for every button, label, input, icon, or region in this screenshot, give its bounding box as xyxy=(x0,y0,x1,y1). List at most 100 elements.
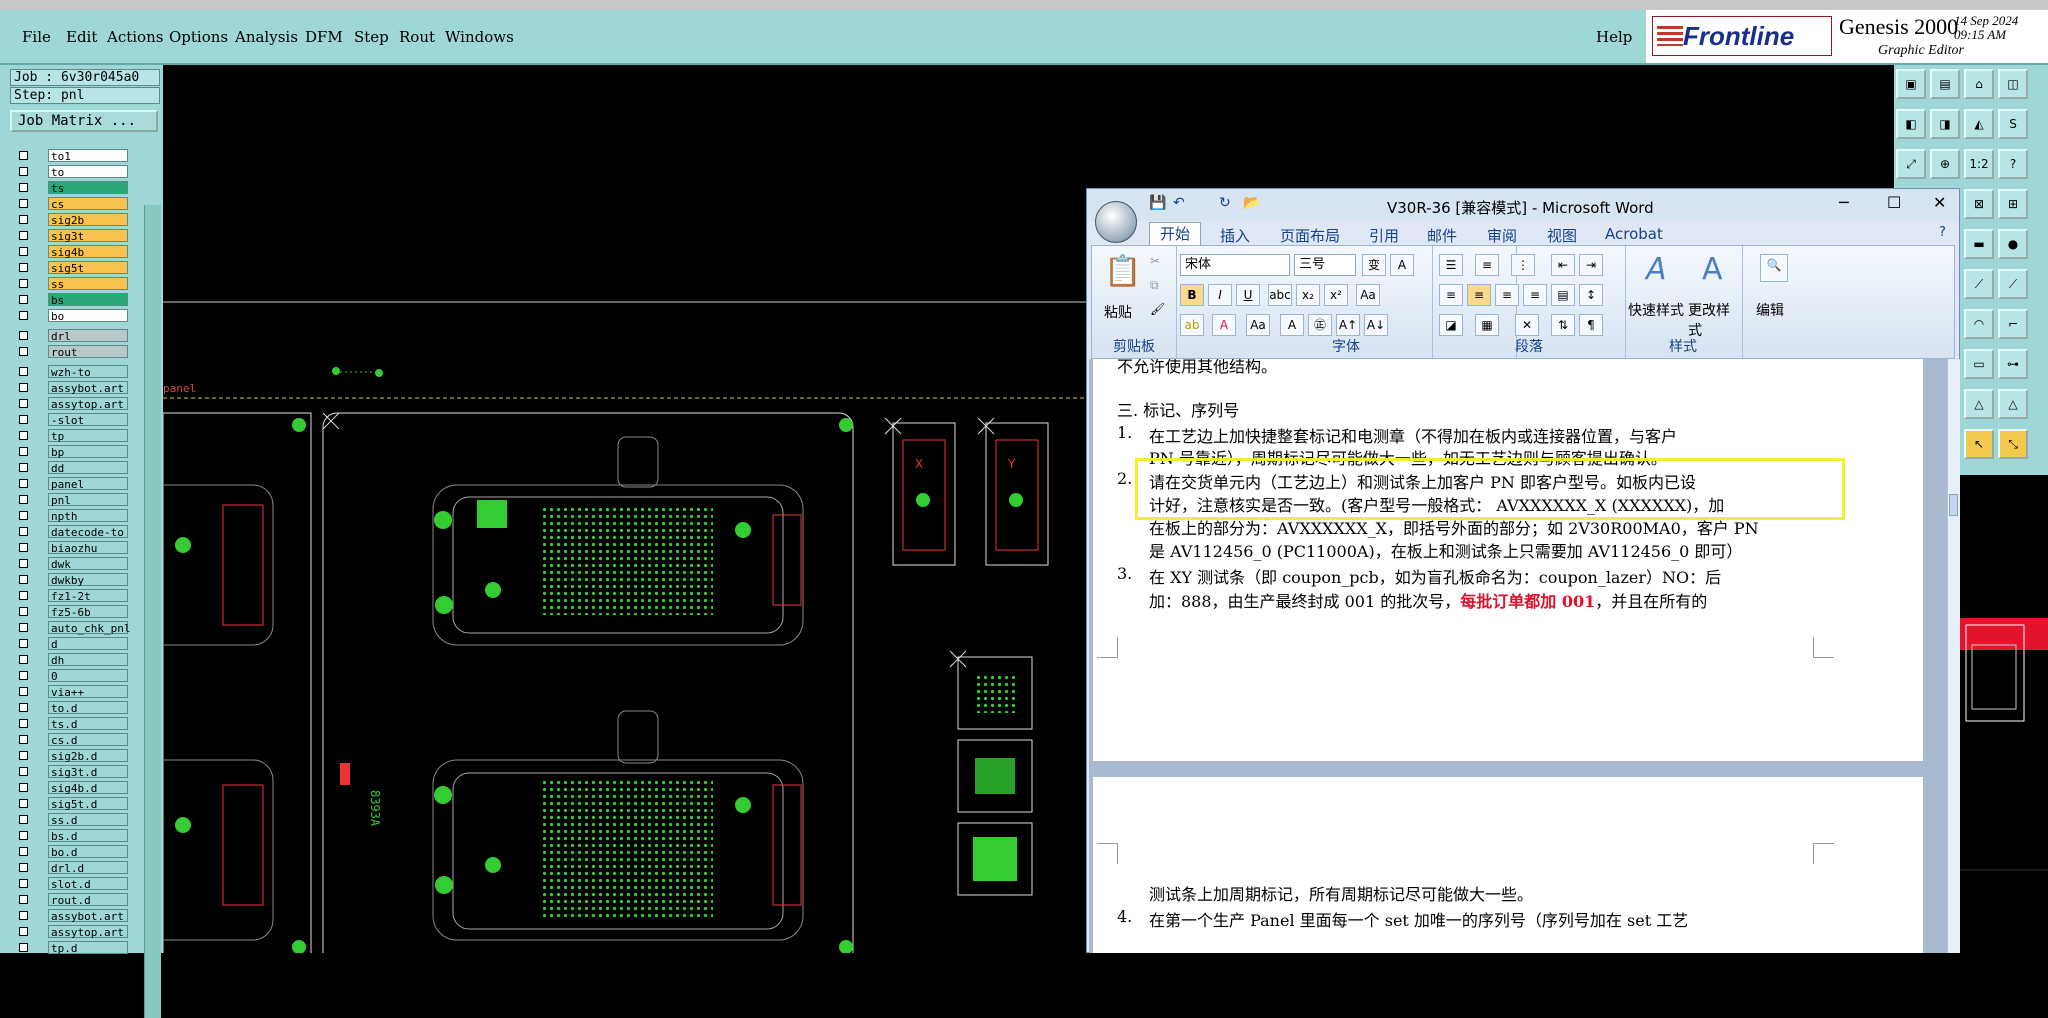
layer-row[interactable]: pnl xyxy=(16,493,130,507)
layer-row[interactable]: sig4b.d xyxy=(16,781,130,795)
layer-row[interactable]: panel xyxy=(16,477,130,491)
layer-checkbox[interactable] xyxy=(19,943,28,952)
tool-right-icon[interactable]: ◨ xyxy=(1930,109,1960,139)
layer-row[interactable]: -slot xyxy=(16,413,130,427)
layer-checkbox[interactable] xyxy=(19,279,28,288)
layer-checkbox[interactable] xyxy=(19,671,28,680)
char-shading-icon[interactable]: A xyxy=(1280,314,1304,336)
tool-triangle2-icon[interactable]: △ xyxy=(1998,389,2028,419)
layer-checkbox[interactable] xyxy=(19,895,28,904)
tool-line-icon[interactable]: ⟋ xyxy=(1964,269,1994,299)
quick-styles-icon[interactable]: A xyxy=(1646,252,1667,287)
menu-analysis[interactable]: Analysis xyxy=(235,28,298,46)
layer-row[interactable]: rout xyxy=(16,345,130,359)
cut-icon[interactable]: ✂ xyxy=(1150,254,1160,268)
tool-home-icon[interactable]: ⌂ xyxy=(1964,69,1994,99)
layer-row[interactable]: slot.d xyxy=(16,877,130,891)
distribute-icon[interactable]: ▤ xyxy=(1551,284,1575,306)
layer-row[interactable]: sig2b.d xyxy=(16,749,130,763)
layer-row[interactable]: assybot.art xyxy=(16,381,130,395)
tab-mailings[interactable]: 邮件 xyxy=(1427,225,1457,246)
change-styles-label[interactable]: 更改样式 xyxy=(1688,300,1742,340)
increase-indent-icon[interactable]: ⇥ xyxy=(1579,254,1603,276)
layer-checkbox[interactable] xyxy=(19,911,28,920)
layer-row[interactable]: dwkby xyxy=(16,573,130,587)
layer-checkbox[interactable] xyxy=(19,527,28,536)
layer-row[interactable]: sig2b xyxy=(16,213,130,227)
tool-measure-icon[interactable]: ⊶ xyxy=(1998,349,2028,379)
document-scrollbar[interactable] xyxy=(1947,359,1960,953)
layer-row[interactable]: fz1-2t xyxy=(16,589,130,603)
layer-row[interactable]: tp xyxy=(16,429,130,443)
bold-button[interactable]: B xyxy=(1180,284,1204,306)
clear-format-icon[interactable]: A xyxy=(1390,254,1414,276)
grow-font-button[interactable]: A↑ xyxy=(1336,314,1360,336)
tool-pointer-icon[interactable]: ↖ xyxy=(1964,429,1994,459)
menu-options[interactable]: Options xyxy=(169,28,228,46)
superscript-button[interactable]: x² xyxy=(1324,284,1348,306)
layer-checkbox[interactable] xyxy=(19,263,28,272)
layer-row[interactable]: sig5t xyxy=(16,261,130,275)
save-icon[interactable]: 💾 xyxy=(1149,195,1166,211)
copy-icon[interactable]: ⧉ xyxy=(1150,278,1159,293)
layer-scrollbar[interactable] xyxy=(144,205,161,1018)
font-color-icon[interactable]: A xyxy=(1212,314,1236,336)
tab-page-layout[interactable]: 页面布局 xyxy=(1280,225,1340,246)
menu-file[interactable]: File xyxy=(22,28,51,46)
layer-row[interactable]: bo.d xyxy=(16,845,130,859)
layer-checkbox[interactable] xyxy=(19,447,28,456)
layer-checkbox[interactable] xyxy=(19,183,28,192)
layer-checkbox[interactable] xyxy=(19,347,28,356)
layer-checkbox[interactable] xyxy=(19,383,28,392)
show-marks-icon[interactable]: ¶ xyxy=(1579,314,1603,336)
align-left-icon[interactable]: ≡ xyxy=(1439,284,1463,306)
layer-row[interactable]: bp xyxy=(16,445,130,459)
layer-row[interactable]: to.d xyxy=(16,701,130,715)
layer-row[interactable]: 0 xyxy=(16,669,130,683)
align-center-icon[interactable]: ≡ xyxy=(1467,284,1491,306)
layer-row[interactable]: via++ xyxy=(16,685,130,699)
tab-acrobat[interactable]: Acrobat xyxy=(1605,225,1663,243)
borders-icon[interactable]: ▦ xyxy=(1475,314,1499,336)
layer-row[interactable]: ss xyxy=(16,277,130,291)
layer-row[interactable]: bo xyxy=(16,309,130,323)
bullets-icon[interactable]: ☰ xyxy=(1439,254,1463,276)
layer-checkbox[interactable] xyxy=(19,767,28,776)
tool-window-icon[interactable]: ◫ xyxy=(1998,69,2028,99)
layer-checkbox[interactable] xyxy=(19,311,28,320)
grow-font-icon[interactable]: 变 xyxy=(1362,254,1386,276)
tool-node-icon[interactable]: ⟋ xyxy=(1998,269,2028,299)
layer-checkbox[interactable] xyxy=(19,623,28,632)
layer-row[interactable]: dh xyxy=(16,653,130,667)
tool-save-icon[interactable]: ▤ xyxy=(1930,69,1960,99)
tab-review[interactable]: 审阅 xyxy=(1487,225,1517,246)
tool-rect-icon[interactable]: ▭ xyxy=(1964,349,1994,379)
tool-help-button[interactable]: ? xyxy=(1998,149,2028,179)
layer-row[interactable]: dwk xyxy=(16,557,130,571)
underline-button[interactable]: U xyxy=(1236,284,1260,306)
layer-row[interactable]: bs.d xyxy=(16,829,130,843)
layer-checkbox[interactable] xyxy=(19,607,28,616)
scrollbar-thumb[interactable] xyxy=(1949,494,1958,516)
layer-checkbox[interactable] xyxy=(19,799,28,808)
menu-help[interactable]: Help xyxy=(1596,28,1632,46)
layer-checkbox[interactable] xyxy=(19,511,28,520)
align-right-icon[interactable]: ≡ xyxy=(1495,284,1519,306)
decrease-indent-icon[interactable]: ⇤ xyxy=(1551,254,1575,276)
font-name-combo[interactable]: 宋体 xyxy=(1180,254,1290,276)
layer-row[interactable]: drl.d xyxy=(16,861,130,875)
layer-row[interactable]: sig3t.d xyxy=(16,765,130,779)
layer-row[interactable]: sig4b xyxy=(16,245,130,259)
graphic-canvas[interactable]: panel 8393A X Y xyxy=(142,65,1086,974)
tab-insert[interactable]: 插入 xyxy=(1220,225,1250,246)
layer-checkbox[interactable] xyxy=(19,591,28,600)
edit-label[interactable]: 编辑 xyxy=(1756,300,1784,320)
document-area[interactable]: 不允许使用其他结构。 三. 标记、序列号 1. 在工艺边上加快捷整套标记和电测章… xyxy=(1089,359,1947,953)
strikethrough-button[interactable]: abc xyxy=(1268,284,1292,306)
tool-snap-icon[interactable]: ⊠ xyxy=(1964,189,1994,219)
tool-grid-icon[interactable]: ⊞ xyxy=(1998,189,2028,219)
layer-row[interactable]: ts.d xyxy=(16,717,130,731)
layer-row[interactable]: assytop.art xyxy=(16,925,130,939)
line-spacing-icon[interactable]: ↕ xyxy=(1579,284,1603,306)
layer-row[interactable]: assybot.art xyxy=(16,909,130,923)
